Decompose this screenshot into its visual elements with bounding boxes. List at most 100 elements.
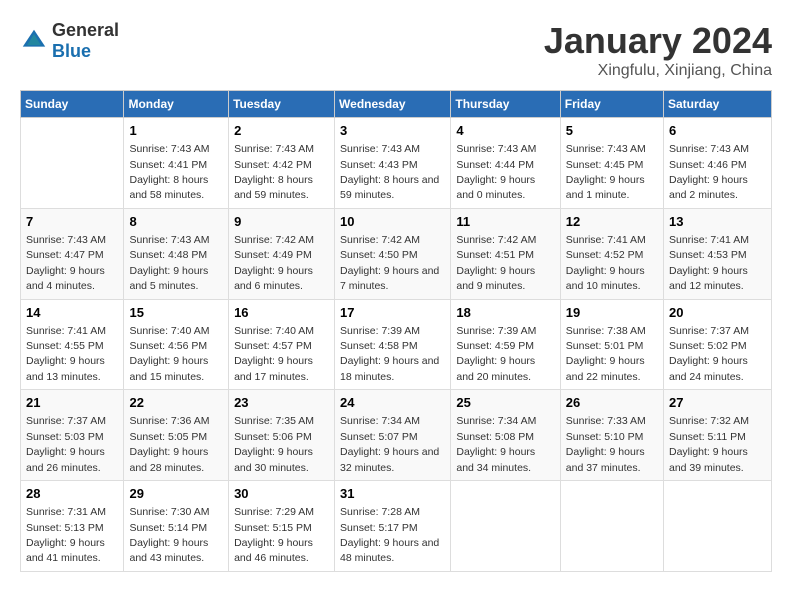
day-sunset: Sunset: 4:53 PM — [669, 249, 747, 261]
header-row: Sunday Monday Tuesday Wednesday Thursday… — [21, 91, 772, 118]
day-sunrise: Sunrise: 7:38 AM — [566, 325, 646, 337]
day-daylight: Daylight: 9 hours and 30 minutes. — [234, 446, 313, 473]
day-sunset: Sunset: 4:58 PM — [340, 340, 418, 352]
day-daylight: Daylight: 9 hours and 34 minutes. — [456, 446, 535, 473]
day-sunrise: Sunrise: 7:28 AM — [340, 506, 420, 518]
day-sunrise: Sunrise: 7:41 AM — [669, 234, 749, 246]
day-number: 9 — [234, 213, 329, 231]
day-sunrise: Sunrise: 7:43 AM — [456, 143, 536, 155]
day-cell: 30Sunrise: 7:29 AMSunset: 5:15 PMDayligh… — [229, 481, 335, 572]
day-sunset: Sunset: 5:10 PM — [566, 431, 644, 443]
day-daylight: Daylight: 9 hours and 37 minutes. — [566, 446, 645, 473]
logo: General Blue — [20, 20, 119, 62]
day-daylight: Daylight: 9 hours and 1 minute. — [566, 174, 645, 201]
day-sunset: Sunset: 5:15 PM — [234, 522, 312, 534]
day-sunset: Sunset: 4:46 PM — [669, 159, 747, 171]
day-cell: 11Sunrise: 7:42 AMSunset: 4:51 PMDayligh… — [451, 208, 560, 299]
day-sunset: Sunset: 4:41 PM — [129, 159, 207, 171]
day-cell: 6Sunrise: 7:43 AMSunset: 4:46 PMDaylight… — [664, 118, 772, 209]
day-sunset: Sunset: 5:08 PM — [456, 431, 534, 443]
day-number: 6 — [669, 122, 766, 140]
day-sunrise: Sunrise: 7:37 AM — [26, 415, 106, 427]
week-row-0: 1Sunrise: 7:43 AMSunset: 4:41 PMDaylight… — [21, 118, 772, 209]
day-cell: 5Sunrise: 7:43 AMSunset: 4:45 PMDaylight… — [560, 118, 663, 209]
day-daylight: Daylight: 9 hours and 0 minutes. — [456, 174, 535, 201]
day-number: 17 — [340, 304, 445, 322]
day-number: 10 — [340, 213, 445, 231]
day-sunrise: Sunrise: 7:42 AM — [234, 234, 314, 246]
day-number: 14 — [26, 304, 118, 322]
day-daylight: Daylight: 9 hours and 26 minutes. — [26, 446, 105, 473]
day-sunset: Sunset: 4:47 PM — [26, 249, 104, 261]
day-cell — [451, 481, 560, 572]
day-daylight: Daylight: 9 hours and 5 minutes. — [129, 265, 208, 292]
col-saturday: Saturday — [664, 91, 772, 118]
day-number: 22 — [129, 394, 223, 412]
day-number: 11 — [456, 213, 554, 231]
day-daylight: Daylight: 9 hours and 17 minutes. — [234, 355, 313, 382]
day-sunrise: Sunrise: 7:43 AM — [26, 234, 106, 246]
day-sunrise: Sunrise: 7:40 AM — [234, 325, 314, 337]
day-sunrise: Sunrise: 7:40 AM — [129, 325, 209, 337]
day-sunset: Sunset: 4:59 PM — [456, 340, 534, 352]
col-sunday: Sunday — [21, 91, 124, 118]
day-daylight: Daylight: 9 hours and 39 minutes. — [669, 446, 748, 473]
day-number: 21 — [26, 394, 118, 412]
day-cell: 16Sunrise: 7:40 AMSunset: 4:57 PMDayligh… — [229, 299, 335, 390]
day-sunrise: Sunrise: 7:31 AM — [26, 506, 106, 518]
day-cell — [560, 481, 663, 572]
day-sunset: Sunset: 4:56 PM — [129, 340, 207, 352]
day-sunset: Sunset: 4:57 PM — [234, 340, 312, 352]
day-sunset: Sunset: 4:55 PM — [26, 340, 104, 352]
day-sunset: Sunset: 4:51 PM — [456, 249, 534, 261]
day-daylight: Daylight: 8 hours and 59 minutes. — [340, 174, 439, 201]
week-row-2: 14 Sunrise: 7:41 AM Sunset: 4:55 PM Dayligh… — [21, 299, 772, 390]
day-cell: 19Sunrise: 7:38 AMSunset: 5:01 PMDayligh… — [560, 299, 663, 390]
day-sunset: Sunset: 5:17 PM — [340, 522, 418, 534]
day-sunrise: Sunrise: 7:37 AM — [669, 325, 749, 337]
day-daylight: Daylight: 9 hours and 18 minutes. — [340, 355, 439, 382]
day-daylight: Daylight: 9 hours and 15 minutes. — [129, 355, 208, 382]
day-cell: 23Sunrise: 7:35 AMSunset: 5:06 PMDayligh… — [229, 390, 335, 481]
day-sunset: Sunset: 5:13 PM — [26, 522, 104, 534]
day-cell: 28Sunrise: 7:31 AMSunset: 5:13 PMDayligh… — [21, 481, 124, 572]
day-number: 19 — [566, 304, 658, 322]
day-daylight: Daylight: 9 hours and 9 minutes. — [456, 265, 535, 292]
day-number: 24 — [340, 394, 445, 412]
day-sunset: Sunset: 4:48 PM — [129, 249, 207, 261]
day-daylight: Daylight: 9 hours and 7 minutes. — [340, 265, 439, 292]
day-sunrise: Sunrise: 7:39 AM — [340, 325, 420, 337]
day-daylight: Daylight: 9 hours and 10 minutes. — [566, 265, 645, 292]
day-daylight: Daylight: 9 hours and 12 minutes. — [669, 265, 748, 292]
week-row-3: 21 Sunrise: 7:37 AM Sunset: 5:03 PM Dayligh… — [21, 390, 772, 481]
day-cell: 10Sunrise: 7:42 AMSunset: 4:50 PMDayligh… — [335, 208, 451, 299]
day-sunset: Sunset: 5:02 PM — [669, 340, 747, 352]
day-daylight: Daylight: 9 hours and 2 minutes. — [669, 174, 748, 201]
day-cell: 14Sunrise: 7:41 AMSunset: 4:55 PMDayligh… — [21, 299, 124, 390]
day-number: 15 — [129, 304, 223, 322]
logo-text: General Blue — [52, 20, 119, 62]
day-sunset: Sunset: 5:06 PM — [234, 431, 312, 443]
page-header: General Blue January 2024 Xingfulu, Xinj… — [20, 20, 772, 80]
day-cell: 3Sunrise: 7:43 AMSunset: 4:43 PMDaylight… — [335, 118, 451, 209]
day-number: 27 — [669, 394, 766, 412]
day-number: 30 — [234, 485, 329, 503]
day-daylight: Daylight: 9 hours and 43 minutes. — [129, 537, 208, 564]
day-cell: 27Sunrise: 7:32 AMSunset: 5:11 PMDayligh… — [664, 390, 772, 481]
day-daylight: Daylight: 9 hours and 32 minutes. — [340, 446, 439, 473]
day-daylight: Daylight: 9 hours and 24 minutes. — [669, 355, 748, 382]
day-sunrise: Sunrise: 7:43 AM — [340, 143, 420, 155]
day-cell: 2Sunrise: 7:43 AMSunset: 4:42 PMDaylight… — [229, 118, 335, 209]
day-sunrise: Sunrise: 7:36 AM — [129, 415, 209, 427]
day-number: 5 — [566, 122, 658, 140]
day-cell: 4Sunrise: 7:43 AMSunset: 4:44 PMDaylight… — [451, 118, 560, 209]
day-sunrise: Sunrise: 7:41 AM — [26, 325, 106, 337]
day-sunset: Sunset: 5:03 PM — [26, 431, 104, 443]
day-daylight: Daylight: 8 hours and 59 minutes. — [234, 174, 313, 201]
day-sunrise: Sunrise: 7:32 AM — [669, 415, 749, 427]
day-number: 7 — [26, 213, 118, 231]
day-sunrise: Sunrise: 7:29 AM — [234, 506, 314, 518]
day-daylight: Daylight: 9 hours and 48 minutes. — [340, 537, 439, 564]
day-number: 26 — [566, 394, 658, 412]
day-daylight: Daylight: 9 hours and 41 minutes. — [26, 537, 105, 564]
